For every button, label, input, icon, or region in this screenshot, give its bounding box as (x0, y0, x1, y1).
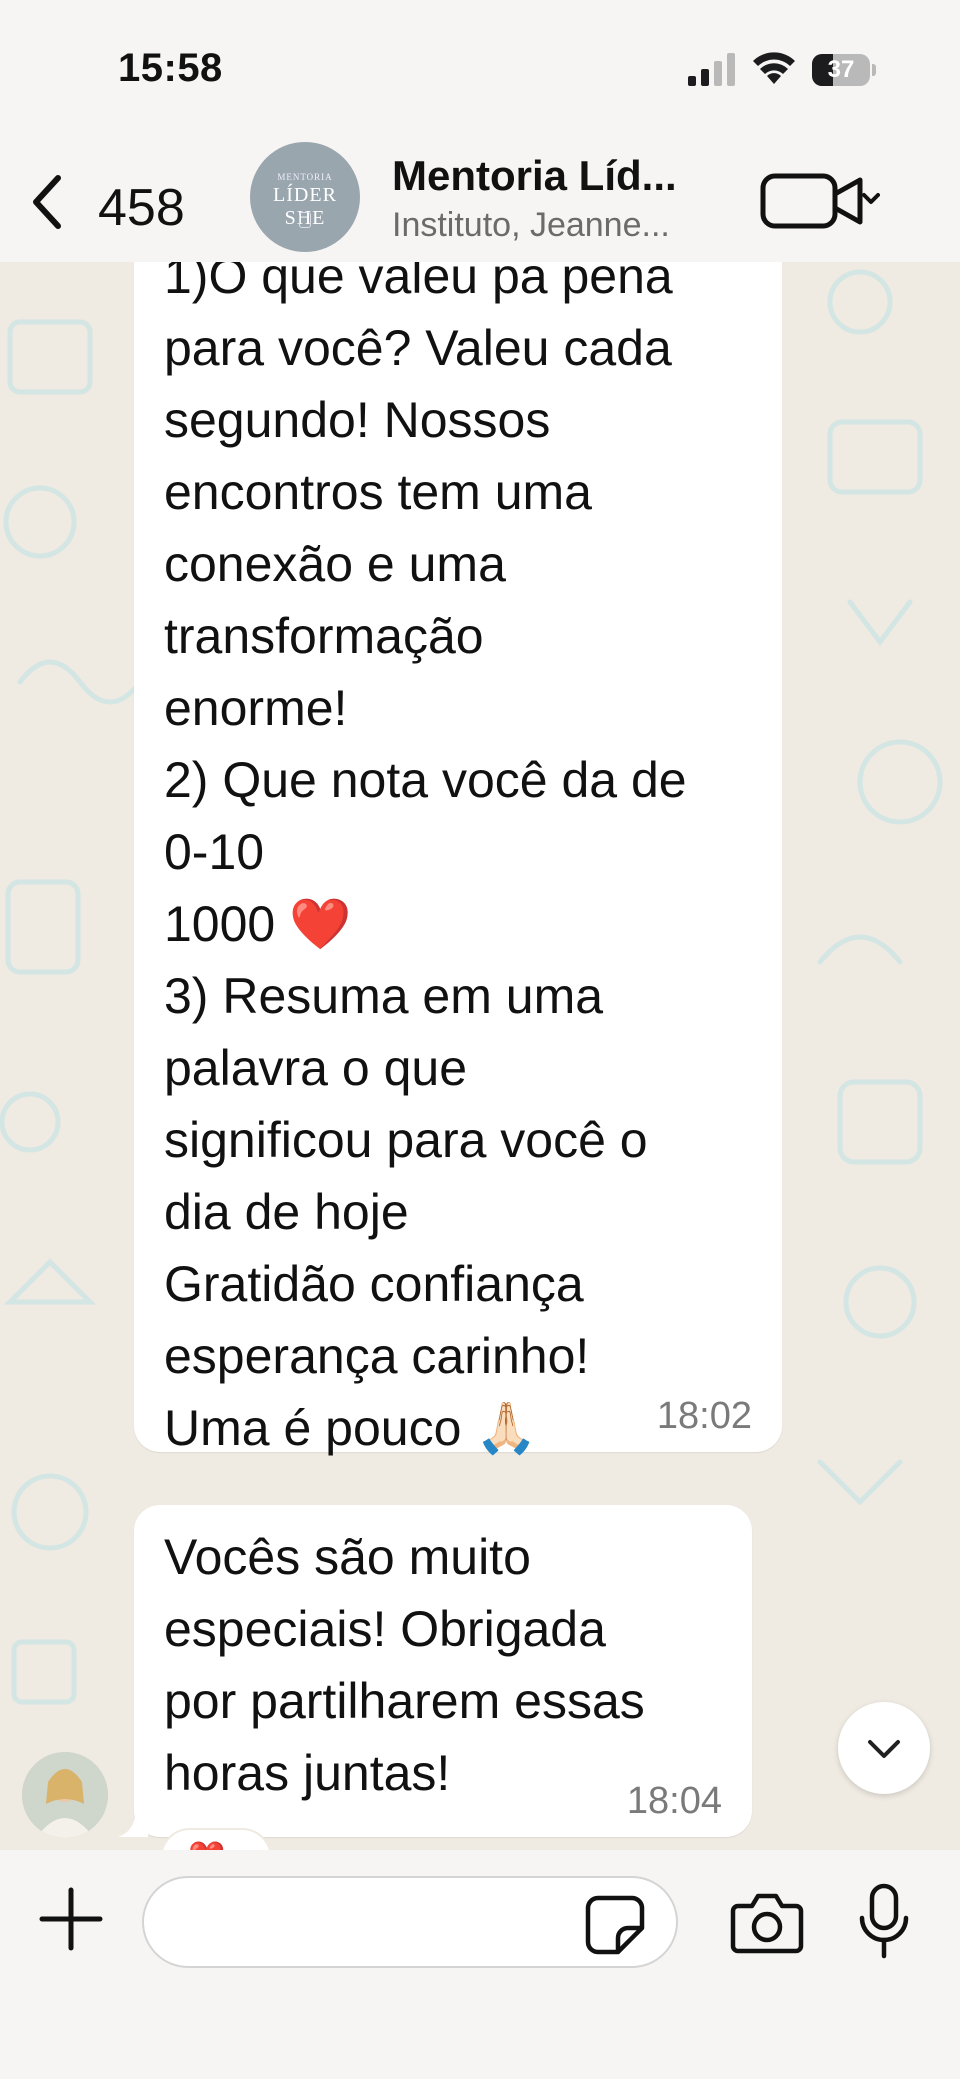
status-bar: 15:58 37 (0, 0, 960, 140)
microphone-icon[interactable] (856, 1882, 912, 1962)
message-bubble[interactable]: Vocês são muito especiais! Obrigada por … (134, 1505, 752, 1837)
cellular-signal-icon (688, 53, 735, 86)
chat-header: 458 MENTORIA LÍDER SHE Mentoria Líd... I… (0, 140, 960, 262)
reaction-badge[interactable]: ❤️ (160, 1828, 272, 1850)
camera-icon[interactable] (730, 1890, 804, 1954)
chevron-left-icon (33, 175, 61, 229)
scroll-to-bottom-button[interactable] (838, 1702, 930, 1794)
composer-bar (0, 1850, 960, 2079)
avatar-logo-mark (299, 212, 311, 228)
status-time: 15:58 (118, 46, 223, 90)
video-call-button[interactable] (760, 168, 880, 232)
message-list[interactable]: 1)O que valeu pa pena para você? Valeu c… (0, 262, 960, 1850)
message-time: 18:02 (656, 1395, 752, 1437)
message-time: 18:04 (626, 1780, 722, 1822)
sticker-icon[interactable] (584, 1894, 646, 1956)
unread-count: 458 (98, 179, 185, 237)
message-text: 1)O que valeu pa pena para você? Valeu c… (164, 262, 687, 1456)
plus-icon[interactable] (36, 1884, 106, 1954)
battery-icon: 37 (812, 54, 876, 86)
chevron-down-icon (868, 1740, 900, 1758)
wifi-icon (753, 52, 795, 84)
battery-percent: 37 (827, 56, 855, 83)
video-camera-icon (760, 173, 863, 229)
chevron-down-icon (862, 193, 880, 204)
sender-avatar[interactable] (22, 1752, 108, 1838)
chat-title[interactable]: Mentoria Líd... (392, 152, 677, 200)
back-button[interactable]: 458 (18, 160, 208, 240)
message-text: Vocês são muito especiais! Obrigada por … (164, 1529, 645, 1801)
bubble-tail (118, 1807, 148, 1837)
avatar-text-small: MENTORIA (277, 172, 333, 182)
person-avatar-icon (22, 1752, 108, 1838)
group-avatar[interactable]: MENTORIA LÍDER SHE (250, 142, 360, 252)
chat-subtitle[interactable]: Instituto, Jeanne... (392, 206, 670, 245)
message-bubble[interactable]: 1)O que valeu pa pena para você? Valeu c… (134, 262, 782, 1456)
